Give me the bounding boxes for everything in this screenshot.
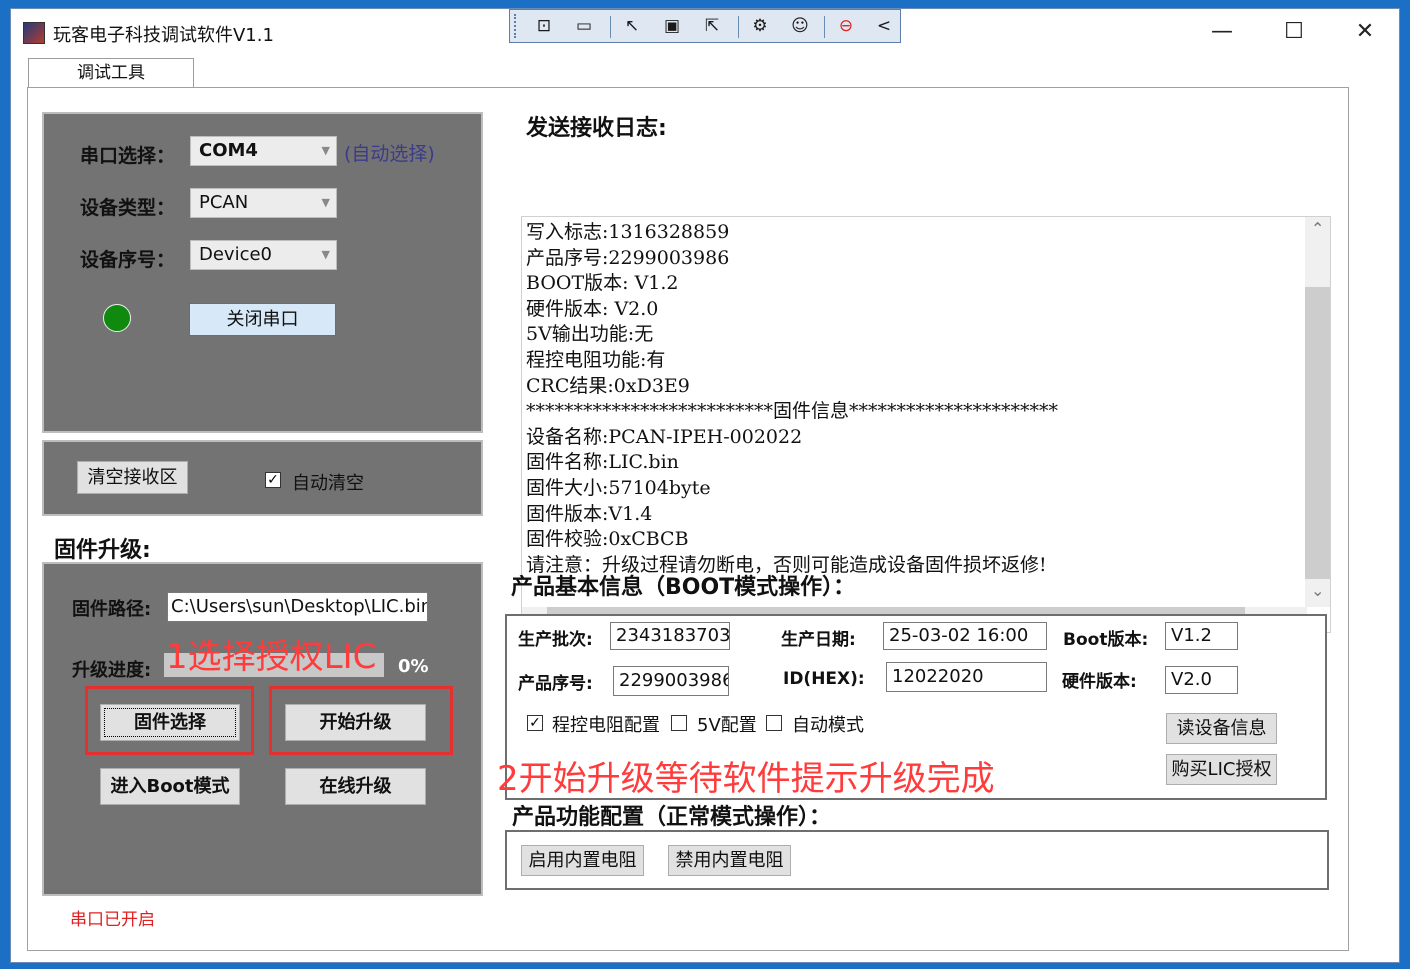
online-upgrade-button[interactable]: 在线升级 <box>285 768 426 805</box>
stop-icon[interactable]: ⊖ <box>832 14 860 38</box>
log-line: 固件版本:V1.4 <box>526 502 653 525</box>
scrolling-capture-icon[interactable]: ⇱ <box>698 14 726 38</box>
log-line: 固件大小:57104byte <box>526 476 711 499</box>
toolbar-grip[interactable] <box>514 14 520 38</box>
collapse-icon[interactable]: < <box>870 14 898 38</box>
serial-number-label: 产品序号: <box>518 674 593 694</box>
log-line: CRC结果:0xD3E9 <box>526 374 690 397</box>
maximize-button[interactable]: ☐ <box>1259 15 1329 49</box>
date-field[interactable]: 25-03-02 16:00 <box>883 622 1047 650</box>
log-line: 设备名称:PCAN-IPEH-002022 <box>526 425 803 448</box>
function-config-heading: 产品功能配置（正常模式操作）： <box>512 805 832 830</box>
app-window: 玩客电子科技调试软件V1.1 — ☐ ✕ ⊡ ▭ ↖ ▣ ⇱ ⚙ ☺ ⊖ < 调… <box>10 8 1400 963</box>
log-line: 程控电阻功能:有 <box>526 348 666 371</box>
clear-receive-button[interactable]: 清空接收区 <box>77 461 188 494</box>
tab-content: 串口选择： COM4 ▼ (自动选择) 设备类型： PCAN ▼ 设备序号： D… <box>27 87 1349 951</box>
hardware-version-field[interactable]: V2.0 <box>1165 666 1238 694</box>
capture-toolbar: ⊡ ▭ ↖ ▣ ⇱ ⚙ ☺ ⊖ < <box>509 9 901 43</box>
serial-number-field[interactable]: 2299003986 <box>613 666 729 696</box>
status-text: 串口已开启 <box>70 910 155 930</box>
log-heading: 发送接收日志: <box>526 116 667 141</box>
port-value: COM4 <box>199 140 258 161</box>
resistor-config-checkbox[interactable]: ✓ <box>527 715 543 731</box>
chevron-down-icon: ▼ <box>321 248 330 261</box>
firmware-path-label: 固件路径: <box>72 599 152 620</box>
receive-panel: 清空接收区 ✓ 自动清空 <box>42 440 483 516</box>
device-index-select[interactable]: Device0 ▼ <box>190 240 337 270</box>
disable-resistor-button[interactable]: 禁用内置电阻 <box>668 845 791 876</box>
app-logo-icon <box>23 22 45 44</box>
scroll-down-icon[interactable]: ⌄ <box>1311 581 1324 600</box>
id-hex-field[interactable]: 12022020 <box>886 662 1047 692</box>
log-line: 5V输出功能:无 <box>526 323 654 346</box>
id-hex-label: ID(HEX): <box>783 669 865 689</box>
log-line: BOOT版本: V1.2 <box>526 272 679 295</box>
enable-resistor-button[interactable]: 启用内置电阻 <box>521 845 644 876</box>
annotation-step1: 1选择授权LIC <box>166 637 377 677</box>
batch-label: 生产批次: <box>518 630 593 650</box>
auto-clear-checkbox[interactable]: ✓ <box>265 472 281 488</box>
device-type-select[interactable]: PCAN ▼ <box>190 188 337 218</box>
date-label: 生产日期: <box>781 630 856 650</box>
annotation-box-select <box>85 686 254 755</box>
port-label: 串口选择： <box>80 145 176 167</box>
connection-status-indicator <box>103 304 131 332</box>
auto-clear-label: 自动清空 <box>292 473 364 494</box>
toolbar-divider <box>824 16 825 38</box>
device-index-value: Device0 <box>199 244 273 265</box>
enter-boot-button[interactable]: 进入Boot模式 <box>100 768 240 805</box>
port-select[interactable]: COM4 ▼ <box>190 136 337 166</box>
log-content: 写入标志:1316328859 产品序号:2299003986 BOOT版本: V1… <box>526 220 1058 578</box>
annotation-step2: 2开始升级等待软件提示升级完成 <box>497 759 995 799</box>
function-config-group: 启用内置电阻 禁用内置电阻 <box>505 830 1329 890</box>
progress-percent: 0% <box>398 656 429 677</box>
window-capture-icon[interactable]: ▣ <box>658 14 686 38</box>
5v-config-label: 5V配置 <box>697 715 757 736</box>
record-video-icon[interactable]: ▭ <box>570 14 598 38</box>
accessibility-icon[interactable]: ☺ <box>786 14 814 38</box>
close-button[interactable]: ✕ <box>1330 15 1400 49</box>
close-port-button[interactable]: 关闭串口 <box>189 303 336 336</box>
tab-debug-tools[interactable]: 调试工具 <box>28 58 194 87</box>
read-device-info-button[interactable]: 读设备信息 <box>1166 713 1277 744</box>
progress-label: 升级进度: <box>72 660 152 681</box>
resistor-config-label: 程控电阻配置 <box>552 715 660 736</box>
toolbar-divider <box>738 16 739 38</box>
chevron-down-icon: ▼ <box>321 144 330 157</box>
serial-panel: 串口选择： COM4 ▼ (自动选择) 设备类型： PCAN ▼ 设备序号： D… <box>42 112 483 433</box>
auto-mode-checkbox[interactable] <box>766 715 782 731</box>
log-vertical-scrollbar[interactable]: ⌃ ⌄ <box>1305 217 1330 607</box>
firmware-heading: 固件升级: <box>54 538 151 563</box>
boot-version-field[interactable]: V1.2 <box>1165 622 1238 650</box>
toolbar-divider <box>610 16 611 38</box>
chevron-down-icon: ▼ <box>321 196 330 209</box>
boot-version-label: Boot版本: <box>1063 630 1149 650</box>
auto-select-link[interactable]: (自动选择) <box>344 139 435 166</box>
scroll-thumb[interactable] <box>1305 287 1330 579</box>
window-title: 玩客电子科技调试软件V1.1 <box>53 25 274 46</box>
batch-field[interactable]: 2343183703 <box>610 622 730 650</box>
hardware-version-label: 硬件版本: <box>1062 672 1137 692</box>
firmware-path-field[interactable]: C:\Users\sun\Desktop\LIC.bin <box>167 592 428 622</box>
scroll-up-icon[interactable]: ⌃ <box>1311 219 1324 238</box>
select-region-icon[interactable]: ⊡ <box>530 14 558 38</box>
annotation-box-start <box>269 686 453 755</box>
log-line: 固件名称:LIC.bin <box>526 451 679 474</box>
device-type-label: 设备类型： <box>80 197 176 219</box>
log-line: 硬件版本: V2.0 <box>526 297 659 320</box>
pointer-icon[interactable]: ↖ <box>618 14 646 38</box>
log-line: 写入标志:1316328859 <box>526 221 730 243</box>
auto-mode-label: 自动模式 <box>792 715 864 736</box>
device-index-label: 设备序号： <box>80 249 176 271</box>
device-type-value: PCAN <box>199 192 249 213</box>
log-line: 产品序号:2299003986 <box>526 246 730 269</box>
log-line: 固件校验:0xCBCB <box>526 528 689 551</box>
minimize-button[interactable]: — <box>1187 15 1257 49</box>
product-info-heading: 产品基本信息（BOOT模式操作）： <box>511 575 856 600</box>
5v-config-checkbox[interactable] <box>671 715 687 731</box>
log-line: **************************固件信息**********… <box>526 400 1059 423</box>
buy-license-button[interactable]: 购买LIC授权 <box>1166 754 1277 785</box>
hotkey-icon[interactable]: ⚙ <box>746 14 774 38</box>
